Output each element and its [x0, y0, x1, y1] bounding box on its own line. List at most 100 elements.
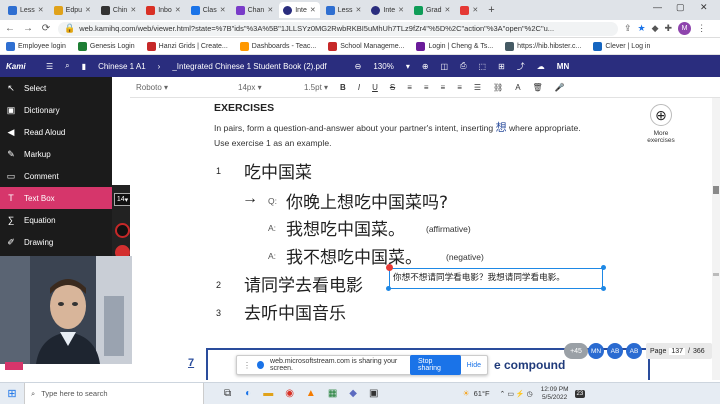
zoom-dropdown-icon[interactable]: ▾ — [400, 62, 416, 71]
taskbar-search-box[interactable]: ⌕ Type here to search — [24, 382, 204, 404]
file-explorer-icon[interactable]: ▬ — [263, 388, 273, 399]
new-tab-button[interactable]: + — [484, 4, 498, 16]
sidebar-item-dictionary[interactable]: ▣ Dictionary — [0, 99, 112, 121]
add-icon[interactable]: ⊞ — [492, 62, 511, 71]
notification-badge[interactable]: 23 — [574, 389, 586, 398]
bookmark-icon[interactable]: ▮ — [76, 62, 92, 71]
more-exercises-button[interactable]: ⊕ — [650, 104, 672, 126]
puzzle-icon[interactable]: ✚ — [665, 23, 673, 34]
collaborator-avatar[interactable]: MN — [588, 343, 604, 359]
browser-tab[interactable]: Less ✕ — [322, 2, 366, 18]
close-tab-icon[interactable]: ✕ — [310, 6, 316, 14]
browser-tab[interactable]: Edpu ✕ — [50, 2, 95, 18]
resize-handle[interactable] — [601, 265, 606, 270]
bookmark-link[interactable]: Genesis Login — [77, 41, 135, 51]
print-icon[interactable]: ⎙ — [454, 61, 472, 71]
menu-icon[interactable]: ☰ — [40, 62, 59, 71]
teams-icon[interactable]: ◆ — [349, 388, 357, 399]
bookmark-link[interactable]: Dashboards - Teac... — [239, 41, 316, 51]
more-collaborators-badge[interactable]: +45 — [564, 343, 588, 359]
bookmark-link[interactable]: https://hib.hibster.c... — [505, 41, 581, 51]
maximize-icon[interactable]: ▢ — [676, 2, 685, 13]
answer-text-box[interactable]: 你想不想请同学看电影？我想请同学看电影。 — [389, 268, 603, 289]
save-icon[interactable]: ⬚ — [473, 62, 493, 71]
cloud-icon[interactable]: ☁ — [531, 62, 551, 71]
drag-handle-icon[interactable]: ⋮ — [243, 361, 251, 370]
sidebar-item-read-aloud[interactable]: ◀ Read Aloud — [0, 121, 112, 143]
reload-icon[interactable]: ⟳ — [40, 23, 52, 34]
close-tab-icon[interactable]: ✕ — [130, 6, 136, 14]
close-window-icon[interactable]: ✕ — [700, 2, 708, 13]
extension-icon[interactable]: ◆ — [652, 23, 659, 34]
minimize-icon[interactable]: — — [653, 2, 662, 12]
close-tab-icon[interactable]: ✕ — [220, 6, 226, 14]
sidebar-item-select[interactable]: ↖ Select — [0, 77, 112, 99]
split-icon[interactable]: ◫ — [435, 62, 455, 71]
line-spacing-select[interactable]: 1.5pt ▾ — [298, 83, 334, 92]
doc-breadcrumb-1[interactable]: Chinese 1 A1 — [92, 62, 152, 71]
bold-icon[interactable]: B — [334, 83, 352, 92]
bookmark-star-icon[interactable]: ★ — [638, 23, 646, 34]
close-tab-icon[interactable]: ✕ — [472, 6, 478, 14]
edge-icon[interactable]: ◐ — [245, 388, 251, 399]
forward-icon[interactable]: → — [22, 23, 34, 34]
bookmark-link[interactable]: Login | Cheng & Ts... — [416, 41, 493, 51]
browser-tab[interactable]: Chan ✕ — [232, 2, 278, 18]
underline-icon[interactable]: U — [366, 83, 384, 92]
task-view-icon[interactable]: ⧉ — [224, 388, 231, 399]
font-family-select[interactable]: Roboto ▾ — [130, 83, 218, 92]
share-icon[interactable]: ⇪ — [624, 23, 632, 34]
chrome-icon[interactable]: ◉ — [285, 388, 294, 399]
bookmark-link[interactable]: Hanzi Grids | Create... — [146, 41, 228, 51]
text-color-swatch[interactable] — [115, 223, 130, 238]
bookmark-link[interactable]: School Manageme... — [328, 41, 404, 51]
app-icon[interactable]: ▣ — [369, 388, 378, 399]
browser-tab[interactable]: Inte ✕ — [367, 2, 408, 18]
link-icon[interactable]: ⛓ — [487, 83, 509, 92]
windows-start-icon[interactable]: ⊞ — [0, 387, 24, 400]
stop-sharing-button[interactable]: Stop sharing — [409, 355, 461, 375]
strikethrough-icon[interactable]: S — [384, 83, 401, 92]
text-color-icon[interactable]: A — [509, 83, 526, 92]
browser-tab[interactable]: Clas ✕ — [187, 2, 230, 18]
browser-tab[interactable]: Grad ✕ — [410, 2, 454, 18]
close-tab-icon[interactable]: ✕ — [445, 6, 451, 14]
search-icon[interactable]: ⌕ — [59, 61, 75, 71]
collaborator-avatar[interactable]: AB — [607, 343, 623, 359]
close-tab-icon[interactable]: ✕ — [85, 6, 91, 14]
excel-icon[interactable]: ▦ — [328, 388, 337, 399]
delete-icon[interactable]: 🗑 — [527, 83, 549, 92]
sidebar-item-markup[interactable]: ✎ Markup — [0, 143, 112, 165]
close-tab-icon[interactable]: ✕ — [175, 6, 181, 14]
profile-avatar[interactable]: M — [678, 22, 692, 35]
zoom-in-icon[interactable]: ⊕ — [416, 62, 435, 71]
list-icon[interactable]: ☰ — [468, 83, 487, 92]
user-initials[interactable]: MN — [551, 62, 575, 71]
resize-handle[interactable] — [386, 286, 391, 291]
font-size-select[interactable]: 14 ▾ — [114, 193, 131, 206]
italic-icon[interactable]: I — [352, 83, 366, 92]
browser-tab-active[interactable]: Inte ✕ — [279, 2, 320, 18]
share-icon[interactable]: ⤴ — [511, 61, 531, 72]
microphone-icon[interactable]: 🎤 — [549, 83, 571, 92]
url-field[interactable]: 🔒 web.kamihq.com/web/viewer.html?state=%… — [58, 21, 618, 36]
bookmark-link[interactable]: Clever | Log in — [593, 41, 650, 51]
browser-tab[interactable]: Inbo ✕ — [142, 2, 185, 18]
justify-icon[interactable]: ≡ — [451, 83, 468, 92]
close-tab-icon[interactable]: ✕ — [398, 6, 404, 14]
doc-breadcrumb-2[interactable]: _Integrated Chinese 1 Student Book (2).p… — [166, 62, 332, 71]
align-right-icon[interactable]: ≡ — [435, 83, 452, 92]
vertical-scrollbar[interactable] — [712, 98, 720, 380]
align-center-icon[interactable]: ≡ — [418, 83, 435, 92]
bookmark-link[interactable]: Employee login — [6, 41, 66, 51]
sidebar-item-equation[interactable]: ∑ Equation — [0, 209, 112, 231]
sidebar-item-drawing[interactable]: ✐ Drawing — [0, 231, 112, 253]
font-size-select[interactable]: 14px ▾ — [232, 83, 288, 92]
browser-menu-icon[interactable]: ⋮ — [697, 23, 706, 34]
zoom-out-icon[interactable]: ⊖ — [349, 62, 368, 71]
collaborator-avatar[interactable]: AB — [626, 343, 642, 359]
close-tab-icon[interactable]: ✕ — [267, 6, 273, 14]
zoom-level[interactable]: 130% — [367, 62, 399, 71]
page-number-input[interactable]: 137 — [669, 347, 686, 355]
close-tab-icon[interactable]: ✕ — [38, 6, 44, 14]
